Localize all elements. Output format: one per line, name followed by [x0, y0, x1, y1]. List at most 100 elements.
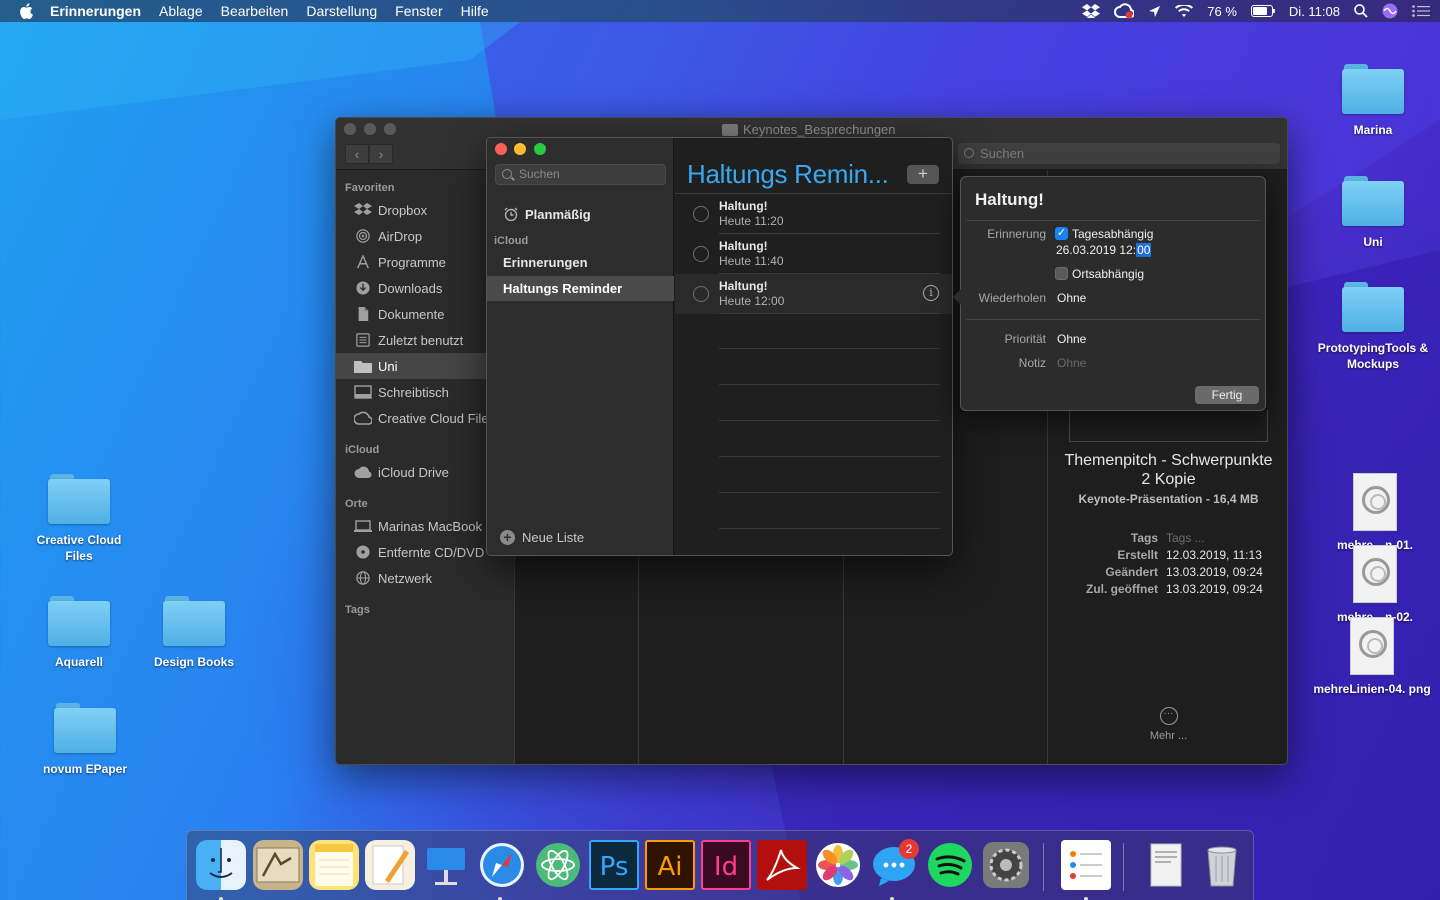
- preview-thumbnail: [1069, 410, 1268, 442]
- notification-center-icon[interactable]: [1412, 5, 1430, 17]
- sidebar-header-favorites: Favoriten: [345, 182, 395, 194]
- complete-checkbox[interactable]: [693, 246, 709, 262]
- menu-app-name[interactable]: Erinnerungen: [50, 3, 141, 19]
- dropbox-icon[interactable]: [1082, 4, 1101, 18]
- reminders-zoom-button[interactable]: [534, 143, 546, 155]
- location-icon[interactable]: [1148, 5, 1161, 18]
- illustrator-icon[interactable]: Ai: [645, 840, 695, 890]
- trash-icon[interactable]: [1197, 840, 1247, 890]
- finder-search-input[interactable]: Suchen: [958, 143, 1280, 164]
- sidebar-item-label: Schreibtisch: [378, 384, 449, 400]
- indesign-icon[interactable]: Id: [701, 840, 751, 890]
- repeat-label: Wiederholen: [978, 291, 1046, 305]
- sidebar-item-network[interactable]: Netzwerk: [336, 565, 514, 591]
- list-haltungs-reminder[interactable]: Haltungs Reminder: [487, 276, 674, 301]
- done-button[interactable]: Fertig: [1195, 386, 1259, 404]
- finder-zoom-button[interactable]: [384, 123, 396, 135]
- reminder-item[interactable]: Haltung! Heute 11:20: [675, 194, 952, 234]
- photos-icon[interactable]: [813, 840, 863, 890]
- finder-minimize-button[interactable]: [364, 123, 376, 135]
- notes-icon[interactable]: [309, 840, 359, 890]
- finder-icon[interactable]: [196, 840, 246, 890]
- desktop-folder-uni[interactable]: Uni: [1318, 176, 1428, 250]
- desktop-folder-aquarell[interactable]: Aquarell: [24, 596, 134, 670]
- search-icon: [502, 169, 512, 179]
- preview-title-line2: 2 Kopie: [1141, 471, 1196, 488]
- priority-value[interactable]: Ohne: [1057, 332, 1086, 346]
- spotify-icon[interactable]: [925, 840, 975, 890]
- popover-title[interactable]: Haltung!: [975, 190, 1044, 210]
- date-time-selected-segment[interactable]: 00: [1136, 243, 1152, 257]
- list-scheduled[interactable]: Planmäßig: [487, 202, 674, 227]
- acrobat-icon[interactable]: [757, 840, 807, 890]
- empty-row-line: [719, 420, 940, 421]
- system-preferences-icon[interactable]: [981, 840, 1031, 890]
- preview-tags-field[interactable]: Tags ...: [1166, 531, 1205, 545]
- desktop-folder-novum[interactable]: novum EPaper: [30, 703, 140, 777]
- date-time-field[interactable]: 26.03.2019 12:00: [1056, 243, 1152, 257]
- reminder-title: Haltung!: [719, 199, 768, 213]
- folder-icon: [48, 474, 110, 524]
- reminder-item[interactable]: Haltung! Heute 11:40: [675, 234, 952, 274]
- reminders-icon[interactable]: [1061, 840, 1111, 890]
- keynote-icon[interactable]: [421, 840, 471, 890]
- safari-icon[interactable]: [477, 840, 527, 890]
- apple-logo-icon[interactable]: [20, 3, 34, 19]
- cloud-icon: [354, 466, 372, 479]
- complete-checkbox[interactable]: [693, 286, 709, 302]
- reminders-minimize-button[interactable]: [514, 143, 526, 155]
- list-label: Planmäßig: [525, 207, 591, 222]
- repeat-value[interactable]: Ohne: [1057, 291, 1086, 305]
- back-button[interactable]: ‹: [345, 144, 369, 164]
- menu-ablage[interactable]: Ablage: [159, 3, 203, 19]
- menu-darstellung[interactable]: Darstellung: [306, 3, 377, 19]
- desktop-folder-creative-cloud[interactable]: Creative Cloud Files: [24, 474, 134, 564]
- battery-percent[interactable]: 76 %: [1207, 4, 1237, 19]
- wifi-icon[interactable]: [1175, 4, 1194, 18]
- menu-hilfe[interactable]: Hilfe: [461, 3, 489, 19]
- finder-search-placeholder: Suchen: [980, 146, 1025, 161]
- forward-button[interactable]: ›: [369, 144, 393, 164]
- preview-value: 12.03.2019, 11:13: [1166, 548, 1262, 562]
- new-list-button[interactable]: + Neue Liste: [500, 530, 584, 545]
- reminder-item[interactable]: Haltung! Heute 12:00 i: [675, 274, 952, 314]
- menu-fenster[interactable]: Fenster: [395, 3, 442, 19]
- day-based-checkbox[interactable]: ✓: [1055, 227, 1068, 240]
- desktop-folder-prototyping[interactable]: PrototypingTools & Mockups: [1316, 282, 1430, 372]
- spotlight-search-icon[interactable]: [1354, 4, 1368, 18]
- applications-icon: [357, 255, 369, 269]
- reminders-close-button[interactable]: [495, 143, 507, 155]
- desktop-folder-marina[interactable]: Marina: [1318, 64, 1428, 138]
- clock[interactable]: Di. 11:08: [1289, 4, 1340, 19]
- desktop-icon-label: Marina: [1353, 123, 1393, 137]
- note-field[interactable]: Ohne: [1057, 356, 1086, 370]
- location-based-checkbox[interactable]: [1055, 267, 1068, 280]
- reminder-time: Heute 11:40: [719, 254, 784, 268]
- menu-bearbeiten[interactable]: Bearbeiten: [221, 3, 289, 19]
- pages-icon[interactable]: [365, 840, 415, 890]
- desktop-folder-design-books[interactable]: Design Books: [139, 596, 249, 670]
- reminders-sidebar: Suchen Planmäßig iCloud Erinnerungen Hal…: [487, 138, 674, 555]
- preview-more-button[interactable]: ··· Mehr ...: [1048, 707, 1287, 742]
- reminders-window: Suchen Planmäßig iCloud Erinnerungen Hal…: [486, 137, 953, 556]
- desktop-png-file-02[interactable]: mehre…n-02.: [1316, 545, 1434, 625]
- desktop-png-file-01[interactable]: mehre…n-01.: [1316, 473, 1434, 553]
- battery-icon[interactable]: [1250, 5, 1275, 17]
- photoshop-icon[interactable]: Ps: [589, 840, 639, 890]
- reminders-search-input[interactable]: Suchen: [495, 164, 666, 185]
- add-reminder-button[interactable]: +: [907, 165, 939, 184]
- creative-cloud-icon[interactable]: [1114, 3, 1135, 19]
- atom-icon[interactable]: [533, 840, 583, 890]
- mail-icon[interactable]: [253, 840, 303, 890]
- disc-icon: [356, 545, 370, 559]
- desktop-png-file-04[interactable]: mehreLinien-04. png: [1310, 617, 1434, 697]
- list-erinnerungen[interactable]: Erinnerungen: [487, 250, 674, 275]
- downloads-stack-icon[interactable]: [1141, 840, 1191, 890]
- finder-close-button[interactable]: [344, 123, 356, 135]
- list-title: Haltungs Remin...: [687, 159, 889, 189]
- complete-checkbox[interactable]: [693, 206, 709, 222]
- preview-label: Erstellt: [1117, 548, 1158, 562]
- dock-separator: [1043, 843, 1044, 891]
- info-icon[interactable]: i: [923, 285, 939, 301]
- siri-icon[interactable]: [1382, 3, 1398, 19]
